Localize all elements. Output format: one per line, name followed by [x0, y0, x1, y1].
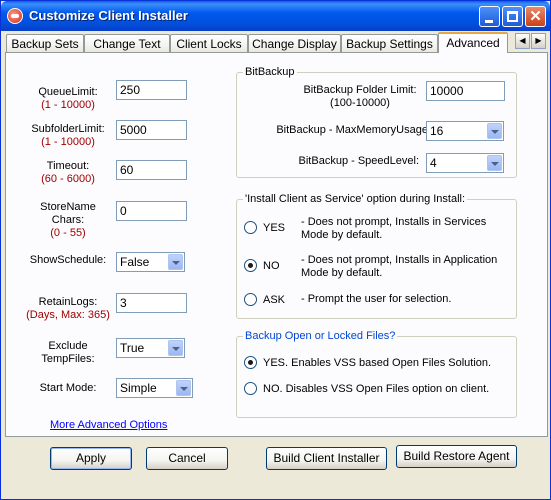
chevron-down-icon[interactable]	[487, 155, 502, 171]
storename-chars-label: StoreName Chars: (0 - 55)	[40, 201, 96, 239]
tab-advanced[interactable]: Advanced	[438, 32, 508, 53]
start-mode-label: Start Mode:	[39, 382, 97, 394]
tab-scroll-left-icon[interactable]: ◀	[515, 33, 530, 49]
show-schedule-select[interactable]: False	[116, 252, 185, 272]
open-files-group: Backup Open or Locked Files? YES. Enable…	[236, 330, 517, 418]
service-no-radio[interactable]	[244, 259, 257, 272]
app-icon	[7, 8, 23, 24]
service-yes-radio[interactable]	[244, 221, 257, 234]
cancel-button[interactable]: Cancel	[146, 447, 228, 470]
bitbackup-max-memory-value: 16	[430, 124, 444, 138]
tab-scroll-right-icon[interactable]: ▶	[531, 33, 546, 49]
install-service-group-title: 'Install Client as Service' option durin…	[243, 193, 468, 205]
timeout-input[interactable]: 60	[116, 160, 187, 180]
build-restore-agent-button[interactable]: Build Restore Agent	[396, 445, 517, 468]
subfolder-limit-label: SubfolderLimit: (1 - 10000)	[31, 123, 105, 148]
service-ask-label[interactable]: ASK	[263, 294, 285, 307]
bitbackup-max-memory-label: BitBackup - MaxMemoryUsage:	[276, 124, 431, 136]
chevron-down-icon[interactable]	[168, 340, 183, 356]
tab-backup-settings[interactable]: Backup Settings	[341, 34, 438, 53]
service-yes-label[interactable]: YES	[263, 222, 285, 235]
window-title: Customize Client Installer	[29, 8, 188, 23]
exclude-tempfiles-label: Exclude TempFiles:	[41, 340, 95, 365]
service-ask-description: - Prompt the user for selection.	[301, 293, 452, 305]
tab-client-locks[interactable]: Client Locks	[170, 34, 248, 53]
vss-yes-label[interactable]: YES. Enables VSS based Open Files Soluti…	[263, 357, 491, 370]
service-no-label[interactable]: NO	[263, 260, 280, 273]
service-ask-radio[interactable]	[244, 293, 257, 306]
service-no-description: - Does not prompt, Installs in Applicati…	[301, 254, 498, 279]
bitbackup-speed-level-select[interactable]: 4	[426, 153, 504, 173]
retain-logs-input[interactable]: 3	[116, 293, 187, 313]
build-client-installer-button[interactable]: Build Client Installer	[266, 447, 387, 470]
install-service-group: 'Install Client as Service' option durin…	[236, 193, 517, 319]
chevron-down-icon[interactable]	[168, 254, 183, 270]
start-mode-select[interactable]: Simple	[116, 378, 193, 398]
vss-yes-radio[interactable]	[244, 356, 257, 369]
subfolder-limit-input[interactable]: 5000	[116, 120, 187, 140]
service-yes-description: - Does not prompt, Installs in Services …	[301, 216, 487, 241]
bitbackup-group-title: BitBackup	[243, 66, 297, 78]
open-files-group-title: Backup Open or Locked Files?	[243, 330, 398, 342]
customize-client-installer-window: Customize Client Installer ✕ Backup Sets…	[0, 0, 551, 500]
bitbackup-speed-level-label: BitBackup - SpeedLevel:	[298, 155, 419, 167]
chevron-down-icon[interactable]	[487, 123, 502, 139]
exclude-tempfiles-select[interactable]: True	[116, 338, 185, 358]
title-bar[interactable]: Customize Client Installer ✕	[1, 1, 550, 31]
bitbackup-group: BitBackup BitBackup Folder Limit: (100-1…	[236, 66, 517, 178]
close-button[interactable]: ✕	[525, 6, 546, 27]
show-schedule-value: False	[120, 255, 150, 269]
minimize-button[interactable]	[479, 6, 500, 27]
tab-backup-sets[interactable]: Backup Sets	[6, 34, 84, 53]
tab-change-text[interactable]: Change Text	[84, 34, 170, 53]
bitbackup-max-memory-select[interactable]: 16	[426, 121, 504, 141]
queue-limit-input[interactable]: 250	[116, 80, 187, 100]
retain-logs-label: RetainLogs: (Days, Max: 365)	[26, 296, 110, 321]
more-advanced-options-link[interactable]: More Advanced Options	[50, 419, 167, 431]
vss-no-label[interactable]: NO. Disables VSS Open Files option on cl…	[263, 383, 489, 396]
queue-limit-label: QueueLimit: (1 - 10000)	[38, 86, 98, 111]
tab-change-display[interactable]: Change Display	[248, 34, 341, 53]
close-icon: ✕	[529, 8, 542, 25]
bitbackup-speed-level-value: 4	[430, 156, 437, 170]
exclude-tempfiles-value: True	[120, 341, 145, 355]
start-mode-value: Simple	[120, 381, 157, 395]
bitbackup-folder-limit-input[interactable]: 10000	[426, 81, 505, 101]
storename-chars-input[interactable]: 0	[116, 201, 187, 221]
vss-no-radio[interactable]	[244, 382, 257, 395]
bitbackup-folder-limit-label: BitBackup Folder Limit: (100-10000)	[303, 84, 417, 109]
apply-button[interactable]: Apply	[50, 447, 132, 470]
advanced-panel: QueueLimit: (1 - 10000) 250 SubfolderLim…	[5, 52, 548, 437]
maximize-button[interactable]	[502, 6, 523, 27]
chevron-down-icon[interactable]	[176, 380, 191, 396]
show-schedule-label: ShowSchedule:	[29, 254, 107, 266]
timeout-label: Timeout: (60 - 6000)	[41, 160, 95, 185]
